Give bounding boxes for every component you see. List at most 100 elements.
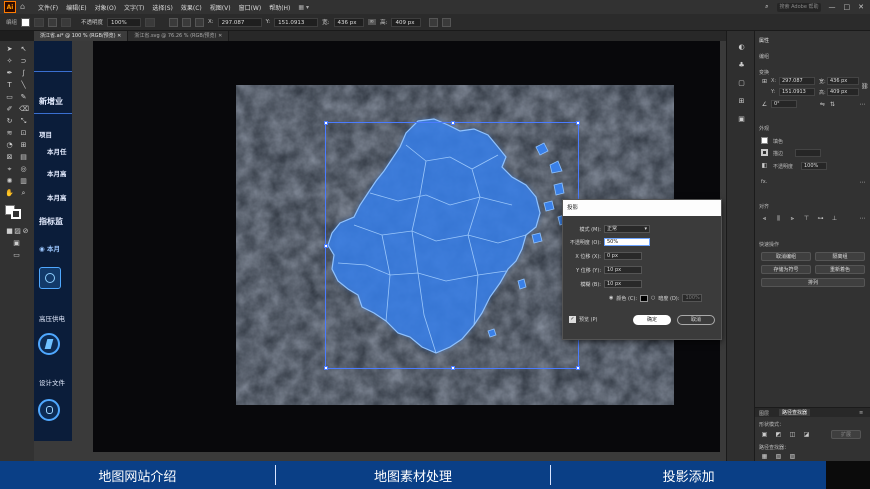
magic-wand-icon[interactable]: ✧ <box>5 57 14 66</box>
tab-layers[interactable]: 图层 <box>759 410 769 417</box>
handle-bc[interactable] <box>451 366 455 370</box>
menu-effect[interactable]: 效果(C) <box>181 3 202 12</box>
close-icon[interactable]: ✕ <box>218 33 222 39</box>
mode-select[interactable]: 正常 ▾ <box>604 225 650 233</box>
close-icon[interactable]: ✕ <box>117 33 121 39</box>
align-icon[interactable] <box>182 17 192 27</box>
menu-window[interactable]: 窗口(W) <box>239 3 262 12</box>
color-radio[interactable]: ◉ <box>609 295 613 301</box>
shaper-icon[interactable]: ✐ <box>5 105 14 114</box>
menu-edit[interactable]: 编辑(E) <box>66 3 86 12</box>
width-tool-icon[interactable]: ≋ <box>5 129 14 138</box>
more-options-icon[interactable]: ⋯ <box>859 101 866 108</box>
minus-front-icon[interactable]: ◩ <box>775 431 782 438</box>
menu-object[interactable]: 对象(O) <box>95 3 116 12</box>
x-field[interactable]: 297.087 <box>779 77 815 85</box>
brush-panel-icon[interactable]: ♣ <box>737 61 746 70</box>
expand-button[interactable]: 扩展 <box>831 430 861 439</box>
home-icon[interactable]: ⌂ <box>20 2 30 12</box>
handle-tr[interactable] <box>576 121 580 125</box>
y-offset-input[interactable]: 10 px <box>604 266 642 274</box>
y-field[interactable]: 151.0913 <box>779 88 815 96</box>
curvature-tool-icon[interactable]: ∫ <box>19 69 28 78</box>
type-tool-icon[interactable]: T <box>5 81 14 90</box>
libraries-icon[interactable]: ▢ <box>737 79 746 88</box>
tab-properties[interactable]: 属性 <box>759 37 769 44</box>
flip-vertical-icon[interactable]: ⇅ <box>829 101 836 108</box>
selection-tool-icon[interactable]: ➤ <box>5 45 14 54</box>
help-search-input[interactable]: 搜索 Adobe 帮助 <box>776 2 821 12</box>
isolate-group-button[interactable]: 隔离组 <box>815 252 865 261</box>
intersect-icon[interactable]: ◫ <box>789 431 796 438</box>
isolate-icon[interactable] <box>442 17 452 27</box>
pen-tool-icon[interactable]: ✒ <box>5 69 14 78</box>
divide-icon[interactable]: ▦ <box>761 453 768 460</box>
preview-checkbox[interactable]: ✓ <box>569 316 576 323</box>
opacity-field[interactable]: 100% <box>107 17 142 27</box>
scale-tool-icon[interactable]: ⤡ <box>19 117 28 126</box>
ok-button[interactable]: 确定 <box>633 315 671 325</box>
menu-select[interactable]: 选择(S) <box>152 3 173 12</box>
align-vcenter-icon[interactable]: ⊶ <box>817 215 824 222</box>
transform-icon[interactable] <box>429 17 439 27</box>
stroke-weight-field[interactable] <box>795 149 821 157</box>
darkness-input[interactable]: 100% <box>682 294 703 302</box>
search-icon[interactable]: ⌕ <box>765 3 768 11</box>
panel-menu-icon[interactable]: ≡ <box>859 410 863 416</box>
unite-icon[interactable]: ▣ <box>761 431 768 438</box>
save-as-symbol-button[interactable]: 存储为符号 <box>761 265 811 274</box>
screen-mode-icon[interactable]: ▭ <box>12 251 21 260</box>
handle-tc[interactable] <box>451 121 455 125</box>
rotate-tool-icon[interactable]: ↻ <box>5 117 14 126</box>
close-button[interactable]: ✕ <box>858 3 864 11</box>
eraser-icon[interactable]: ⌫ <box>19 105 29 114</box>
fill-swatch[interactable] <box>761 137 768 144</box>
align-left-icon[interactable]: ⫷ <box>761 215 768 222</box>
assets-icon[interactable]: ▣ <box>737 115 746 124</box>
fill-dropdown[interactable] <box>34 17 45 27</box>
darkness-radio[interactable]: ○ <box>651 295 655 301</box>
trim-icon[interactable]: ▧ <box>775 453 782 460</box>
tab-document-2[interactable]: 浙江省.svg @ 76.26 % (RGB/预览) ✕ <box>128 31 230 41</box>
opacity-dropdown[interactable] <box>145 17 156 27</box>
color-swatch[interactable] <box>640 294 649 302</box>
none-mode-icon[interactable]: ⊘ <box>21 227 30 236</box>
eyedropper-icon[interactable]: ⌖ <box>5 165 14 174</box>
minimize-button[interactable]: — <box>829 3 836 11</box>
perspective-icon[interactable]: ⊞ <box>19 141 28 150</box>
x-offset-input[interactable]: 0 px <box>604 252 642 260</box>
tab-document-1[interactable]: 浙江省.ai* @ 100 % (RGB/预览) ✕ <box>34 31 129 41</box>
w-field[interactable]: 436 px <box>333 17 364 27</box>
flip-horizontal-icon[interactable]: ⇋ <box>819 101 826 108</box>
tab-pathfinder[interactable]: 路径查找器 <box>779 409 811 416</box>
rectangle-tool-icon[interactable]: ▭ <box>5 93 14 102</box>
align-hcenter-icon[interactable]: ⫼ <box>775 215 782 222</box>
graph-tool-icon[interactable]: ▥ <box>19 177 28 186</box>
free-transform-icon[interactable]: ⊡ <box>19 129 28 138</box>
mesh-tool-icon[interactable]: ⊠ <box>5 153 14 162</box>
zoom-tool-icon[interactable]: ⌕ <box>19 189 28 198</box>
direct-selection-tool-icon[interactable]: ↖ <box>19 45 28 54</box>
h-field[interactable]: 409 px <box>391 17 422 27</box>
menu-view[interactable]: 视图(V) <box>210 3 231 12</box>
shape-builder-icon[interactable]: ◔ <box>5 141 14 150</box>
blend-tool-icon[interactable]: ◎ <box>19 165 28 174</box>
handle-ml[interactable] <box>324 244 328 248</box>
align-top-icon[interactable]: ⊤ <box>803 215 810 222</box>
menu-help[interactable]: 帮助(H) <box>269 3 290 12</box>
symbol-sprayer-icon[interactable]: ✺ <box>5 177 14 186</box>
hand-tool-icon[interactable]: ✋ <box>5 189 14 198</box>
opacity-field[interactable]: 100% <box>801 162 827 170</box>
maximize-button[interactable]: □ <box>844 3 851 11</box>
merge-icon[interactable]: ▨ <box>789 453 796 460</box>
stroke-swatch[interactable] <box>761 149 768 156</box>
link-proportions-icon[interactable]: ⛓ <box>861 83 869 90</box>
more-options-icon[interactable]: ⋯ <box>859 215 866 222</box>
draw-mode-icon[interactable]: ▣ <box>12 239 21 248</box>
selection-bounding-box[interactable] <box>324 121 580 370</box>
recolor-button[interactable]: 重新着色 <box>815 265 865 274</box>
align-bottom-icon[interactable]: ⊥ <box>831 215 838 222</box>
recolor-icon[interactable] <box>169 17 179 27</box>
blur-input[interactable]: 10 px <box>604 280 642 288</box>
x-field[interactable]: 297.087 <box>217 17 262 27</box>
